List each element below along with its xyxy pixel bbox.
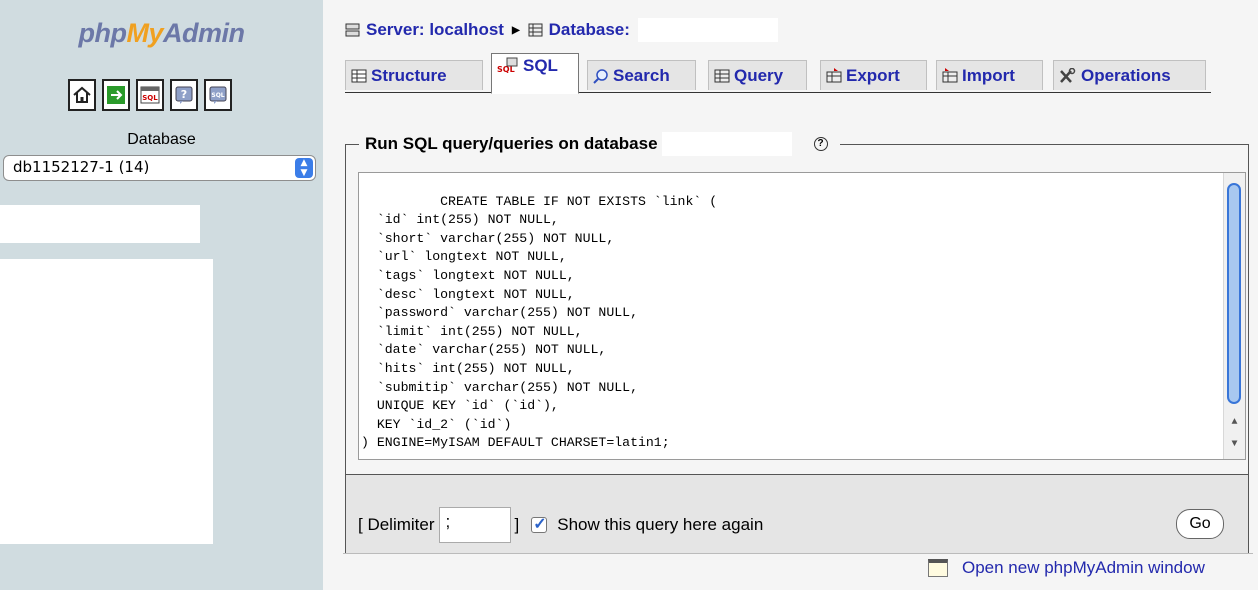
tab-search[interactable]: Search <box>587 60 696 90</box>
fieldset-box: CREATE TABLE IF NOT EXISTS `link` ( `id`… <box>345 145 1249 554</box>
navigation-frame: phpMyAdmin SQL ? SQL Database db1152127-… <box>0 0 323 590</box>
svg-text:?: ? <box>181 88 187 101</box>
logo-my: My <box>126 18 163 48</box>
phpmyadmin-logo[interactable]: phpMyAdmin <box>0 18 323 49</box>
scrollbar-thumb[interactable] <box>1227 183 1241 404</box>
exit-icon[interactable] <box>102 79 130 111</box>
delimiter-close-bracket: ] <box>514 515 520 534</box>
table-list-area <box>0 259 213 544</box>
home-icon[interactable] <box>68 79 96 111</box>
tab-import[interactable]: Import <box>936 60 1043 90</box>
show-query-again-label[interactable]: Show this query here again <box>557 515 763 535</box>
go-button[interactable]: Go <box>1176 509 1224 539</box>
delimiter-label: [ Delimiter <box>358 515 435 534</box>
delimiter-row: [ Delimiter ; ] Show this query here aga… <box>358 507 763 543</box>
database-link[interactable]: Database: <box>549 20 630 40</box>
open-new-window-label: Open new phpMyAdmin window <box>962 558 1205 577</box>
redacted-box <box>0 205 200 243</box>
sql-query-fieldset: CREATE TABLE IF NOT EXISTS `link` ( `id`… <box>345 132 1249 554</box>
redacted-database-name <box>637 18 778 42</box>
sql-documentation-icon[interactable]: SQL <box>204 79 232 111</box>
server-link[interactable]: Server: localhost <box>366 20 504 40</box>
server-icon <box>345 23 360 37</box>
redacted-database-name <box>661 132 792 156</box>
logo-admin: Admin <box>163 18 245 48</box>
sql-query-window-icon[interactable]: SQL <box>136 79 164 111</box>
sql-scrollbar[interactable]: ▲ ▼ <box>1223 173 1245 459</box>
tab-export[interactable]: Export <box>820 60 927 90</box>
navigation-icon-bar: SQL ? SQL <box>68 79 232 111</box>
database-select-value: db1152127-1 (14) <box>13 158 150 176</box>
structure-icon <box>351 69 367 82</box>
scroll-up-arrow-icon[interactable]: ▲ <box>1224 413 1245 433</box>
divider <box>343 553 1253 554</box>
database-label: Database <box>127 131 196 148</box>
tab-operations[interactable]: Operations <box>1053 60 1206 90</box>
breadcrumb: Server: localhost ▶ Database: <box>345 18 778 42</box>
tab-query[interactable]: Query <box>708 60 807 90</box>
sql-query-textarea[interactable]: CREATE TABLE IF NOT EXISTS `link` ( `id`… <box>358 172 1246 460</box>
tab-sql[interactable]: SQL SQL <box>491 53 579 94</box>
delimiter-input[interactable]: ; <box>438 507 511 543</box>
query-icon <box>714 69 730 82</box>
export-icon <box>826 67 842 82</box>
search-icon <box>593 68 608 84</box>
tab-structure[interactable]: Structure <box>345 60 483 90</box>
main-frame: Server: localhost ▶ Database: Structure … <box>323 0 1258 590</box>
svg-text:SQL: SQL <box>211 92 224 99</box>
fieldset-footer: [ Delimiter ; ] Show this query here aga… <box>346 476 1248 552</box>
import-icon <box>942 67 958 82</box>
sql-icon: SQL <box>497 57 518 74</box>
select-arrows-icon: ▲ ▼ <box>295 158 313 178</box>
help-icon[interactable]: ? <box>813 137 828 151</box>
fieldset-upper: CREATE TABLE IF NOT EXISTS `link` ( `id`… <box>346 145 1248 475</box>
open-new-window-link[interactable]: Open new phpMyAdmin window <box>928 558 1205 578</box>
database-icon <box>528 23 543 37</box>
breadcrumb-arrow-icon: ▶ <box>511 24 520 36</box>
svg-text:SQL: SQL <box>142 94 158 102</box>
scroll-down-arrow-icon[interactable]: ▼ <box>1224 435 1245 455</box>
database-select[interactable]: db1152127-1 (14) ▲ ▼ <box>3 155 316 181</box>
legend-text: Run SQL query/queries on database <box>365 134 658 153</box>
fieldset-legend: Run SQL query/queries on database ? <box>359 132 840 156</box>
new-window-icon <box>928 559 948 577</box>
documentation-icon[interactable]: ? <box>170 79 198 111</box>
show-query-again-checkbox[interactable] <box>531 514 548 534</box>
logo-php: php <box>78 18 127 48</box>
tab-bar: Structure SQL SQL Search Query Export Im… <box>345 53 1211 94</box>
operations-icon <box>1060 67 1076 83</box>
sql-query-text: CREATE TABLE IF NOT EXISTS `link` ( `id`… <box>361 193 718 451</box>
